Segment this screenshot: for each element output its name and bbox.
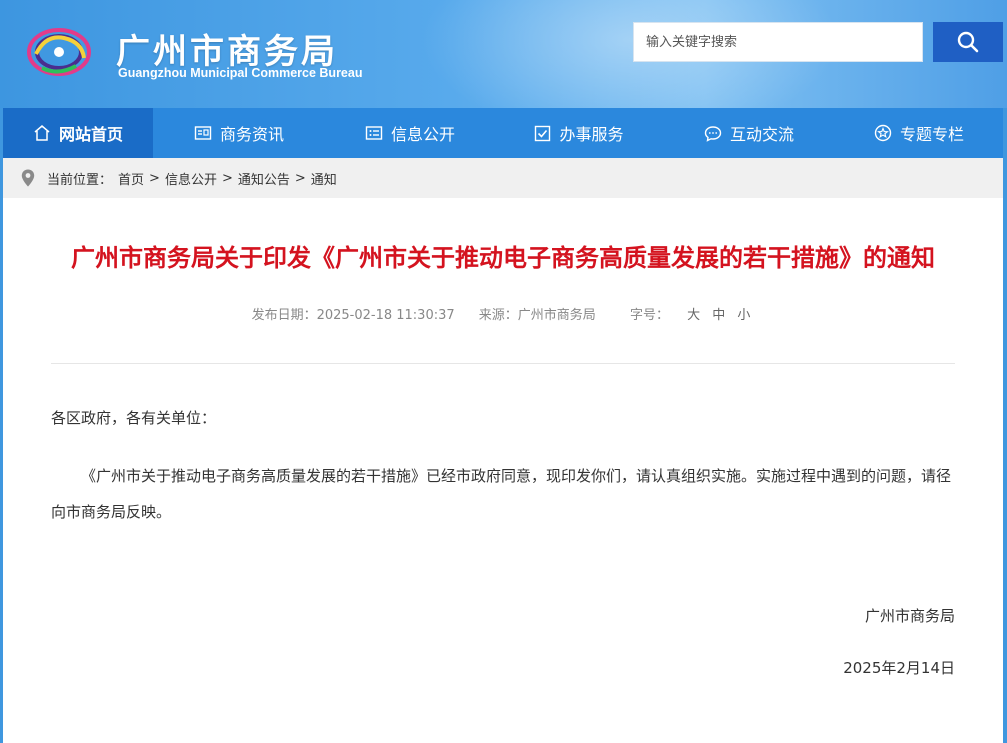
nav-item-info[interactable]: 信息公开 xyxy=(325,108,495,158)
divider xyxy=(51,363,955,364)
article-source: 来源：广州市商务局 xyxy=(478,308,596,323)
nav-item-home[interactable]: 网站首页 xyxy=(3,108,153,158)
nav-item-topics[interactable]: 专题专栏 xyxy=(835,108,1003,158)
home-icon xyxy=(34,125,50,141)
breadcrumb-prefix: 当前位置： xyxy=(47,172,113,188)
search-button[interactable] xyxy=(933,22,1003,62)
breadcrumb: 当前位置： 首页 > 信息公开 > 通知公告 > 通知 xyxy=(3,158,1003,198)
nav-item-label: 互动交流 xyxy=(729,125,794,144)
logo-icon[interactable] xyxy=(24,24,94,80)
breadcrumb-separator: > xyxy=(149,170,160,186)
location-pin-icon xyxy=(21,169,35,187)
article-body: 各区政府，各有关单位： 《广州市关于推动电子商务高质量发展的若干措施》已经市政府… xyxy=(51,400,955,686)
breadcrumb-separator: > xyxy=(294,170,306,186)
nav-item-label: 信息公开 xyxy=(390,125,455,144)
nav-item-label: 网站首页 xyxy=(58,125,123,144)
font-size-label: 字号： xyxy=(629,308,669,323)
site-subtitle: Guangzhou Municipal Commerce Bureau xyxy=(118,66,363,80)
nav-item-label: 商务资讯 xyxy=(219,125,284,144)
breadcrumb-info-public[interactable]: 信息公开 xyxy=(165,169,217,188)
nav-item-label: 专题专栏 xyxy=(899,125,964,144)
breadcrumb-home[interactable]: 首页 xyxy=(118,169,144,188)
star-icon xyxy=(874,124,892,142)
site-header: 广州市商务局 Guangzhou Municipal Commerce Bure… xyxy=(0,0,1007,108)
signature: 广州市商务局 xyxy=(864,607,955,625)
news-icon xyxy=(194,126,212,140)
nav-item-label: 办事服务 xyxy=(559,125,624,144)
main-nav: 网站首页 商务资讯 信息公开 办事服务 互动交流 专题专栏 xyxy=(3,108,1003,158)
signature-date: 2025年2月14日 xyxy=(843,659,955,677)
font-size-control: 字号： 大 中 小 xyxy=(620,308,754,323)
info-card-icon xyxy=(365,126,383,140)
breadcrumb-separator: > xyxy=(221,170,233,186)
nav-item-services[interactable]: 办事服务 xyxy=(495,108,663,158)
font-size-large-button[interactable]: 大 xyxy=(687,308,700,323)
font-size-small-button[interactable]: 小 xyxy=(737,308,750,323)
nav-item-news[interactable]: 商务资讯 xyxy=(153,108,325,158)
publish-date: 发布日期：2025-02-18 11:30:37 xyxy=(251,308,455,323)
breadcrumb-announcements[interactable]: 通知公告 xyxy=(238,169,290,188)
search-input[interactable] xyxy=(633,22,923,62)
article-title: 广州市商务局关于印发《广州市关于推动电子商务高质量发展的若干措施》的通知 xyxy=(71,244,935,272)
font-size-medium-button[interactable]: 中 xyxy=(712,308,725,323)
content-panel: 当前位置： 首页 > 信息公开 > 通知公告 > 通知 广州市商务局关于印发《广… xyxy=(3,158,1003,743)
nav-item-interaction[interactable]: 互动交流 xyxy=(663,108,835,158)
chat-icon xyxy=(704,125,722,142)
salutation: 各区政府，各有关单位： xyxy=(51,409,217,427)
breadcrumb-notice[interactable]: 通知 xyxy=(311,169,337,188)
article-meta: 发布日期：2025-02-18 11:30:37 来源：广州市商务局 字号： 大… xyxy=(3,304,1003,323)
body-paragraph: 《广州市关于推动电子商务高质量发展的若干措施》已经市政府同意，现印发你们，请认真… xyxy=(51,467,952,521)
checkbox-icon xyxy=(535,125,551,141)
search-icon xyxy=(957,31,979,53)
